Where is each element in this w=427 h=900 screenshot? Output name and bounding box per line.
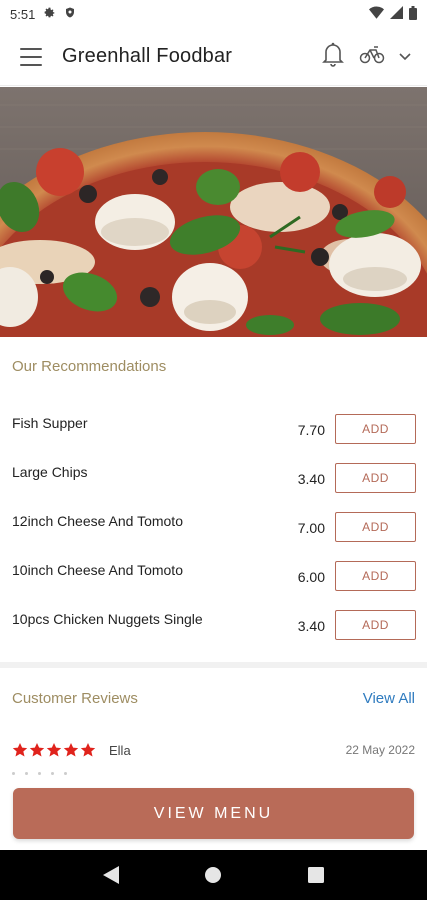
status-time: 5:51: [10, 6, 36, 22]
recents-icon[interactable]: [296, 855, 336, 895]
add-button[interactable]: ADD: [335, 414, 416, 444]
item-price: 7.70: [297, 422, 325, 438]
reviewer-name: Ella: [109, 742, 131, 758]
item-price: 6.00: [297, 569, 325, 585]
view-all-link[interactable]: View All: [363, 690, 415, 707]
bicycle-icon[interactable]: [359, 44, 385, 69]
chevron-down-icon[interactable]: [399, 48, 411, 66]
star-icon: [63, 743, 79, 757]
add-button[interactable]: ADD: [335, 610, 416, 640]
section-divider: [0, 662, 427, 668]
page-title: Greenhall Foodbar: [62, 45, 233, 67]
rating-stars: [12, 742, 96, 758]
menu-icon[interactable]: [20, 47, 42, 66]
recommendations-title: Our Recommendations: [12, 358, 167, 375]
status-bar: 5:51: [0, 0, 427, 28]
list-item: 10inch Cheese And Tomoto 6.00 ADD: [0, 552, 427, 601]
review-item: Ella 22 May 2022: [12, 738, 415, 762]
add-button[interactable]: ADD: [335, 512, 416, 542]
system-nav-bar: [0, 850, 427, 900]
item-price: 3.40: [297, 471, 325, 487]
settings-icon: [43, 6, 56, 22]
battery-icon: [409, 5, 417, 23]
item-name: 12inch Cheese And Tomoto: [12, 513, 183, 529]
item-price: 7.00: [297, 520, 325, 536]
back-icon[interactable]: [91, 855, 131, 895]
list-item: 12inch Cheese And Tomoto 7.00 ADD: [0, 503, 427, 552]
next-review-stars: [12, 772, 67, 775]
wifi-icon: [369, 6, 384, 22]
add-button[interactable]: ADD: [335, 463, 416, 493]
list-item: Large Chips 3.40 ADD: [0, 454, 427, 503]
item-name: Fish Supper: [12, 415, 88, 431]
reviews-title: Customer Reviews: [12, 690, 138, 707]
item-name: Large Chips: [12, 464, 88, 480]
bell-icon[interactable]: [321, 41, 345, 72]
star-icon: [46, 743, 62, 757]
shield-icon: [64, 6, 76, 22]
star-icon: [80, 743, 96, 757]
signal-icon: [390, 6, 403, 22]
add-button[interactable]: ADD: [335, 561, 416, 591]
recommendations-list: Fish Supper 7.70 ADD Large Chips 3.40 AD…: [0, 405, 427, 650]
review-date: 22 May 2022: [345, 743, 415, 757]
list-item: Fish Supper 7.70 ADD: [0, 405, 427, 454]
list-item: 10pcs Chicken Nuggets Single 3.40 ADD: [0, 601, 427, 650]
star-icon: [29, 743, 45, 757]
star-icon: [12, 743, 28, 757]
view-menu-button[interactable]: VIEW MENU: [13, 788, 414, 839]
item-name: 10pcs Chicken Nuggets Single: [12, 611, 203, 627]
home-icon[interactable]: [193, 855, 233, 895]
item-name: 10inch Cheese And Tomoto: [12, 562, 183, 578]
app-bar: Greenhall Foodbar: [0, 28, 427, 86]
hero-pizza-image: [0, 87, 427, 337]
item-price: 3.40: [297, 618, 325, 634]
